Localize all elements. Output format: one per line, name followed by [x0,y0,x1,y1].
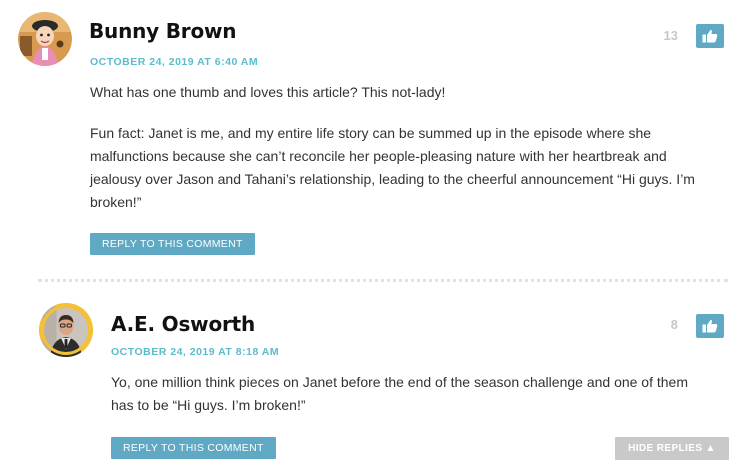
person-photo-avatar [39,303,93,357]
like-count: 8 [670,317,678,332]
comments-section: Bunny Brown OCTOBER 24, 2019 AT 6:40 AM … [0,0,744,475]
like-button[interactable] [696,314,724,338]
comment-body: What has one thumb and loves this articl… [90,81,720,214]
comment-author[interactable]: A.E. Osworth [111,312,255,336]
like-button[interactable] [696,24,724,48]
comment-author[interactable]: Bunny Brown [89,19,237,43]
avatar [39,303,93,357]
reply-button[interactable]: REPLY TO THIS COMMENT [90,233,255,255]
avatar [18,12,72,66]
thumbs-up-icon [702,29,718,43]
thumbs-up-icon [702,319,718,333]
like-count: 13 [663,28,678,43]
comment-paragraph: Yo, one million think pieces on Janet be… [111,374,689,413]
comment-paragraph: Fun fact: Janet is me, and my entire lif… [90,125,695,210]
reply-button[interactable]: REPLY TO THIS COMMENT [111,437,276,459]
comment: Bunny Brown OCTOBER 24, 2019 AT 6:40 AM … [0,0,744,270]
comment-body: Yo, one million think pieces on Janet be… [111,371,711,417]
cartoon-girl-avatar [18,12,72,66]
comment-date[interactable]: OCTOBER 24, 2019 AT 8:18 AM [111,346,279,358]
comment-divider [38,279,728,282]
comment-paragraph: What has one thumb and loves this articl… [90,84,446,100]
hide-replies-button[interactable]: HIDE REPLIES ▲ [615,437,729,460]
comment-date[interactable]: OCTOBER 24, 2019 AT 6:40 AM [90,56,258,68]
